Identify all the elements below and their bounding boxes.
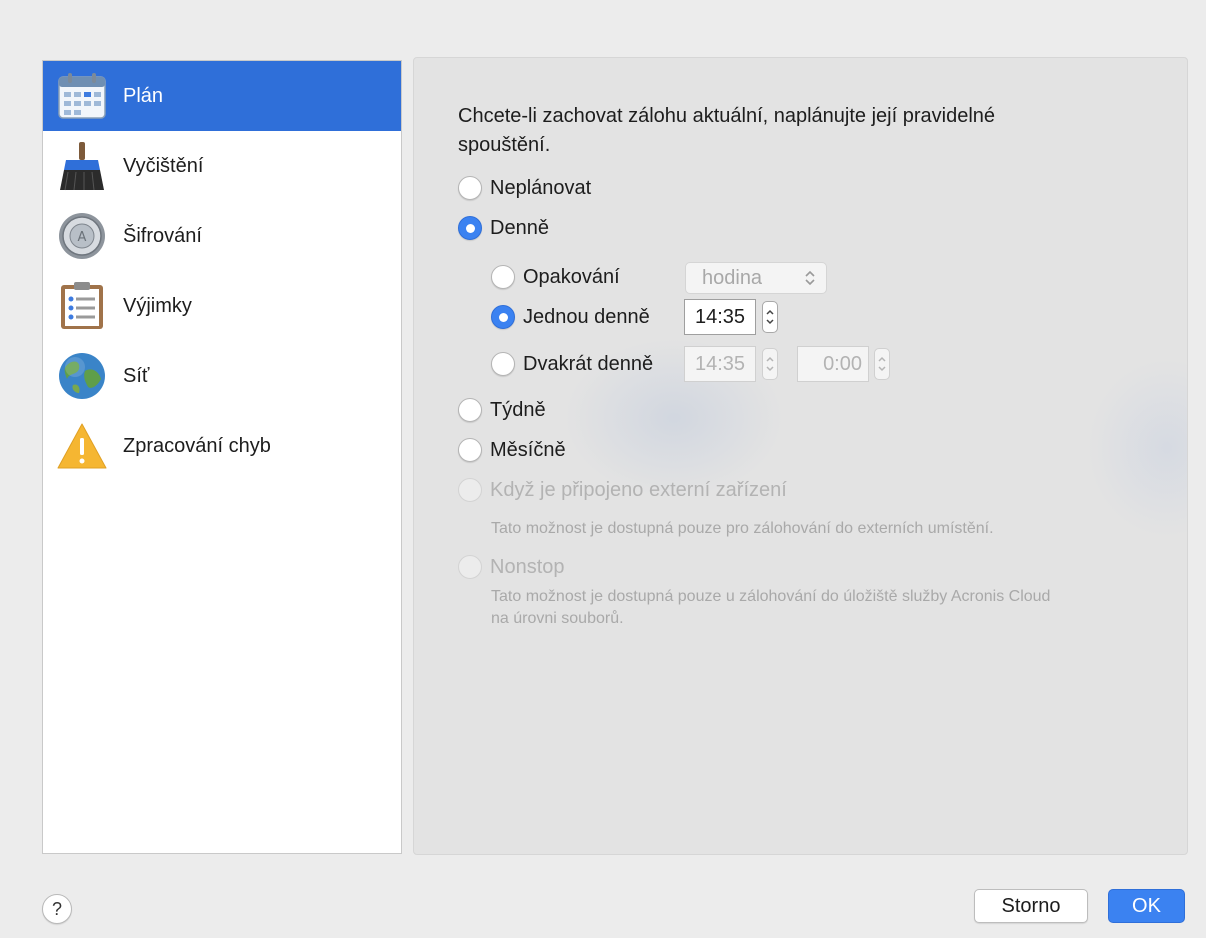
repeat-label: Opakování (523, 265, 620, 288)
once-daily-label: Jednou denně (523, 305, 650, 328)
cancel-button[interactable]: Storno (974, 889, 1088, 923)
sidebar-item-plan[interactable]: Plán (43, 61, 401, 131)
nonstop-label: Nonstop (490, 555, 565, 578)
option-external-device: Když je připojeno externí zařízení (458, 478, 787, 502)
safe-dial-icon: A (53, 207, 111, 265)
sidebar-item-label: Síť (123, 364, 150, 387)
option-no-schedule[interactable]: Neplánovat (458, 176, 591, 200)
external-device-radio (458, 478, 482, 502)
weekly-radio[interactable] (458, 398, 482, 422)
background-glow (1087, 358, 1187, 538)
twice-daily-time2-field[interactable]: 0:00 (797, 346, 869, 382)
sidebar-item-network[interactable]: Síť (43, 341, 401, 411)
monthly-label: Měsíčně (490, 438, 566, 461)
backup-options-window: Plán Vyčištění A Šifrování Výjimky Síť Z… (0, 12, 1206, 938)
sidebar-item-error-handling[interactable]: Zpracování chyb (43, 411, 401, 481)
once-daily-time-stepper[interactable] (762, 301, 778, 333)
daily-radio[interactable] (458, 216, 482, 240)
external-device-note: Tato možnost je dostupná pouze pro záloh… (491, 520, 994, 537)
twice-daily-label: Dvakrát denně (523, 352, 654, 375)
sidebar-item-exclusions[interactable]: Výjimky (43, 271, 401, 341)
twice-daily-time2-stepper[interactable] (874, 348, 890, 380)
sidebar-item-label: Šifrování (123, 224, 202, 247)
options-sidebar: Plán Vyčištění A Šifrování Výjimky Síť Z… (42, 60, 402, 854)
sidebar-item-cleanup[interactable]: Vyčištění (43, 131, 401, 201)
ok-button[interactable]: OK (1108, 889, 1185, 923)
schedule-panel: Chcete-li zachovat zálohu aktuální, napl… (413, 57, 1188, 855)
repeat-unit-value: hodina (702, 266, 763, 289)
repeat-unit-select[interactable]: hodina (685, 262, 827, 294)
globe-icon (53, 347, 111, 405)
twice-daily-time1-field[interactable]: 14:35 (684, 346, 756, 382)
twice-daily-time1-stepper[interactable] (762, 348, 778, 380)
updown-chevron-icon (804, 268, 816, 289)
sidebar-item-label: Plán (123, 84, 164, 107)
once-daily-time-field[interactable]: 14:35 (684, 299, 756, 335)
once-daily-radio[interactable] (491, 305, 515, 329)
monthly-radio[interactable] (458, 438, 482, 462)
no-schedule-radio[interactable] (458, 176, 482, 200)
svg-text:A: A (78, 230, 87, 245)
nonstop-radio (458, 555, 482, 579)
repeat-radio[interactable] (491, 265, 515, 289)
sidebar-item-label: Zpracování chyb (123, 434, 271, 457)
warning-icon (53, 417, 111, 475)
broom-icon (53, 137, 111, 195)
sidebar-item-encryption[interactable]: A Šifrování (43, 201, 401, 271)
twice-daily-radio[interactable] (491, 352, 515, 376)
external-device-label: Když je připojeno externí zařízení (490, 478, 787, 501)
intro-text: Chcete-li zachovat zálohu aktuální, napl… (458, 105, 996, 156)
option-nonstop: Nonstop (458, 555, 565, 579)
option-weekly[interactable]: Týdně (458, 398, 546, 422)
calendar-icon (53, 67, 111, 125)
option-once-daily[interactable]: Jednou denně (491, 305, 650, 329)
option-twice-daily[interactable]: Dvakrát denně (491, 352, 653, 376)
daily-label: Denně (490, 216, 549, 239)
help-button[interactable]: ? (42, 894, 72, 924)
option-repeat[interactable]: Opakování (491, 265, 620, 289)
sidebar-item-label: Vyčištění (123, 154, 204, 177)
nonstop-note: Tato možnost je dostupná pouze u zálohov… (491, 588, 1051, 627)
weekly-label: Týdně (490, 398, 546, 421)
clipboard-list-icon (53, 277, 111, 335)
sidebar-item-label: Výjimky (123, 294, 192, 317)
option-daily[interactable]: Denně (458, 216, 549, 240)
help-label: ? (51, 898, 62, 919)
no-schedule-label: Neplánovat (490, 176, 592, 199)
option-monthly[interactable]: Měsíčně (458, 438, 566, 462)
